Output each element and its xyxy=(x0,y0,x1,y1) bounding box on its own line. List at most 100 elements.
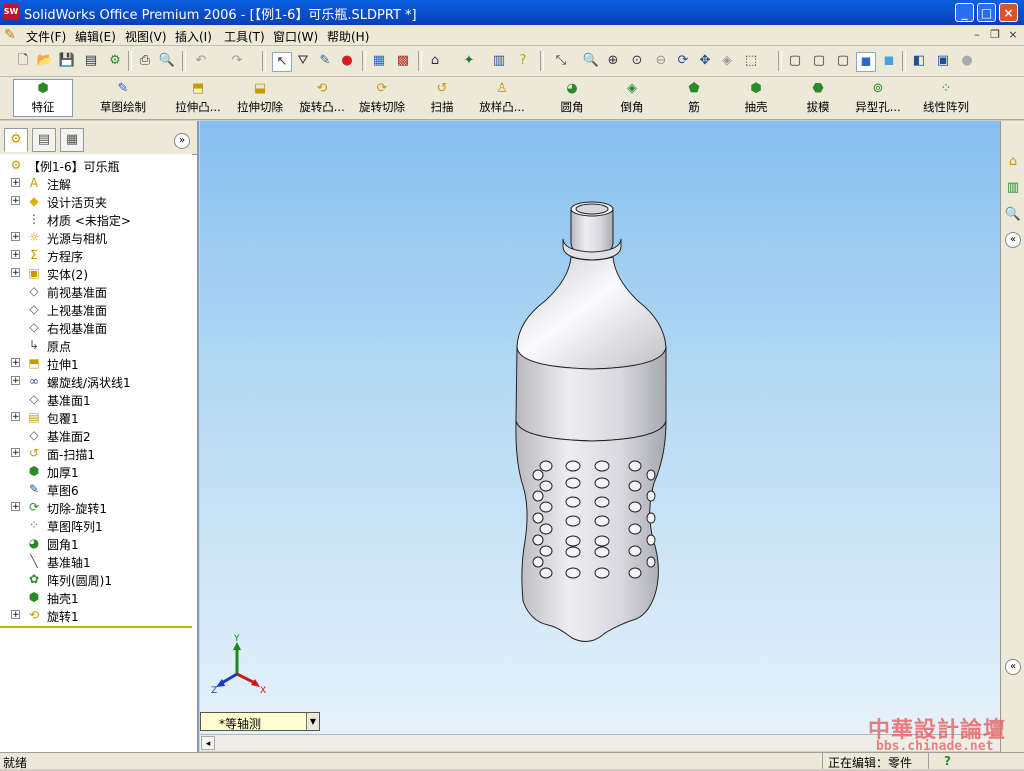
mdi-minimize-button[interactable]: – xyxy=(970,28,984,42)
tree-item[interactable]: ◇ 基准面2 xyxy=(0,426,190,444)
chevron-down-icon[interactable]: ▼ xyxy=(306,713,319,730)
tree-item[interactable]: ◇ 右视基准面 xyxy=(0,318,190,336)
expand-icon[interactable]: + xyxy=(11,358,20,368)
tree-item[interactable]: ◕ 圆角1 xyxy=(0,534,190,552)
help-icon[interactable]: ? xyxy=(514,52,532,70)
resources-icon[interactable]: ⌂ xyxy=(1003,152,1023,172)
coordinate-triad[interactable]: Y X Z xyxy=(211,634,266,696)
tree-item[interactable]: ╲ 基准轴1 xyxy=(0,552,190,570)
tree-item[interactable]: ↳ 原点 xyxy=(0,336,190,354)
expand-task-pane-bottom-icon[interactable]: « xyxy=(1005,659,1021,675)
tree-item[interactable]: + ∞ 螺旋线/涡状线1 xyxy=(0,372,190,390)
tree-item[interactable]: ⬢ 加厚1 xyxy=(0,462,190,480)
expand-icon[interactable]: + xyxy=(11,268,20,278)
model-canvas[interactable]: Y X Z xyxy=(200,121,1000,734)
sweep-button[interactable]: ↺ 扫描 xyxy=(424,80,460,116)
photoworks-icon[interactable]: ✦ xyxy=(460,52,478,70)
document-menu-icon[interactable]: ✎ xyxy=(4,27,20,43)
expand-icon[interactable]: + xyxy=(11,250,20,260)
menu-window[interactable]: 窗口(W) xyxy=(273,28,318,45)
tree-item[interactable]: ⁘ 草图阵列1 xyxy=(0,516,190,534)
new-icon[interactable]: 🗋 xyxy=(14,52,32,70)
sketch-icon[interactable]: ✎ xyxy=(316,52,334,70)
expand-icon[interactable]: + xyxy=(11,502,20,512)
print-icon[interactable]: ⎙ xyxy=(136,52,154,70)
menu-edit[interactable]: 编辑(E) xyxy=(75,28,116,45)
tree-item[interactable]: + A 注解 xyxy=(0,174,190,192)
tree-item[interactable]: + ◆ 设计活页夹 xyxy=(0,192,190,210)
expand-icon[interactable]: + xyxy=(11,232,20,242)
linear-pattern-button[interactable]: ⁘ 线性阵列 xyxy=(918,80,974,116)
property-manager-tab-icon[interactable]: ▤ xyxy=(32,128,56,152)
expand-icon[interactable]: + xyxy=(11,178,20,188)
section-view-icon[interactable]: ◈ xyxy=(718,52,736,70)
menu-insert[interactable]: 插入(I) xyxy=(175,28,212,45)
shaded-with-edges-icon[interactable]: ◼ xyxy=(856,52,876,72)
rib-button[interactable]: ⬟ 筋 xyxy=(680,80,708,116)
scroll-left-icon[interactable]: ◂ xyxy=(201,736,215,750)
fillet-button[interactable]: ◕ 圆角 xyxy=(554,80,590,116)
tree-item[interactable]: + ⟲ 旋转1 xyxy=(0,606,190,624)
save-icon[interactable]: 💾 xyxy=(58,52,76,70)
configuration-manager-tab-icon[interactable]: ▦ xyxy=(60,128,84,152)
perspective-icon[interactable]: ▣ xyxy=(934,52,952,70)
loft-button[interactable]: ♙ 放样凸... xyxy=(474,80,530,116)
hidden-lines-removed-icon[interactable]: ▢ xyxy=(834,52,852,70)
properties-icon[interactable]: ▥ xyxy=(490,52,508,70)
rebuild-icon[interactable]: ● xyxy=(338,52,356,70)
feature-manager-tab-icon[interactable]: ⚙ xyxy=(4,128,28,152)
menu-view[interactable]: 视图(V) xyxy=(125,28,167,45)
tree-item[interactable]: + Σ 方程序 xyxy=(0,246,190,264)
tree-item[interactable]: ◇ 上视基准面 xyxy=(0,300,190,318)
hidden-lines-visible-icon[interactable]: ▢ xyxy=(810,52,828,70)
help-status-icon[interactable]: ? xyxy=(944,754,951,768)
options-icon[interactable]: ⚙ xyxy=(106,52,124,70)
view-orientation-dropdown[interactable]: *等轴测 ▼ xyxy=(200,712,320,731)
realview-icon[interactable]: ● xyxy=(958,52,976,70)
expand-icon[interactable]: + xyxy=(11,412,20,422)
expand-icon[interactable]: + xyxy=(11,448,20,458)
revolved-cut-button[interactable]: ⟳ 旋转切除 xyxy=(354,80,410,116)
tree-item[interactable]: ⚙ 【例1-6】可乐瓶 xyxy=(0,156,190,174)
tree-item[interactable]: + ☼ 光源与相机 xyxy=(0,228,190,246)
sketch-tab-button[interactable]: ✎ 草图绘制 xyxy=(88,80,158,116)
mdi-restore-button[interactable]: ❐ xyxy=(988,28,1002,42)
mdi-close-button[interactable]: × xyxy=(1006,28,1020,42)
app-icon[interactable]: SW xyxy=(3,4,19,20)
tree-item[interactable]: + ⟳ 切除-旋转1 xyxy=(0,498,190,516)
zoom-selection-icon[interactable]: ⊙ xyxy=(628,52,646,70)
menu-file[interactable]: 文件(F) xyxy=(26,28,66,45)
zoom-fit-icon[interactable]: ⤡ xyxy=(552,52,570,70)
shell-button[interactable]: ⬢ 抽壳 xyxy=(738,80,774,116)
wireframe-icon[interactable]: ▢ xyxy=(786,52,804,70)
shadows-icon[interactable]: ◧ xyxy=(910,52,928,70)
tree-item[interactable]: + ▣ 实体(2) xyxy=(0,264,190,282)
bottle-model[interactable] xyxy=(515,201,667,643)
zoom-in-out-icon[interactable]: ⊕ xyxy=(604,52,622,70)
tree-item[interactable]: + ⬒ 拉伸1 xyxy=(0,354,190,372)
previous-view-icon[interactable]: ⊖ xyxy=(652,52,670,70)
graphics-area[interactable]: Y X Z xyxy=(200,121,1000,734)
design-library-icon[interactable]: ▥ xyxy=(1003,178,1023,198)
zoom-to-area-icon[interactable]: 🔍 xyxy=(582,52,600,70)
expand-icon[interactable]: + xyxy=(11,610,20,620)
menu-tools[interactable]: 工具(T) xyxy=(224,28,265,45)
tree-item[interactable]: + ▤ 包覆1 xyxy=(0,408,190,426)
tree-item[interactable]: ◇ 前视基准面 xyxy=(0,282,190,300)
view-orientation-icon[interactable]: ⬚ xyxy=(742,52,760,70)
chamfer-button[interactable]: ◈ 倒角 xyxy=(614,80,650,116)
measure-icon[interactable]: ⌂ xyxy=(426,52,444,70)
select-icon[interactable]: ↖ xyxy=(272,52,292,72)
file-explorer-icon[interactable]: 🔍 xyxy=(1003,205,1023,225)
hole-wizard-button[interactable]: ⊚ 异型孔... xyxy=(850,80,906,116)
rotate-icon[interactable]: ⟳ xyxy=(674,52,692,70)
expand-icon[interactable]: + xyxy=(11,196,20,206)
pan-icon[interactable]: ✥ xyxy=(696,52,714,70)
maximize-button[interactable]: □ xyxy=(977,3,996,22)
tree-item[interactable]: + ↺ 面-扫描1 xyxy=(0,444,190,462)
print-setup-icon[interactable]: ▤ xyxy=(82,52,100,70)
extruded-cut-button[interactable]: ⬓ 拉伸切除 xyxy=(232,80,288,116)
tree-item[interactable]: ⬢ 抽壳1 xyxy=(0,588,190,606)
tree-item[interactable]: ◇ 基准面1 xyxy=(0,390,190,408)
collapse-panel-icon[interactable]: » xyxy=(174,133,190,149)
